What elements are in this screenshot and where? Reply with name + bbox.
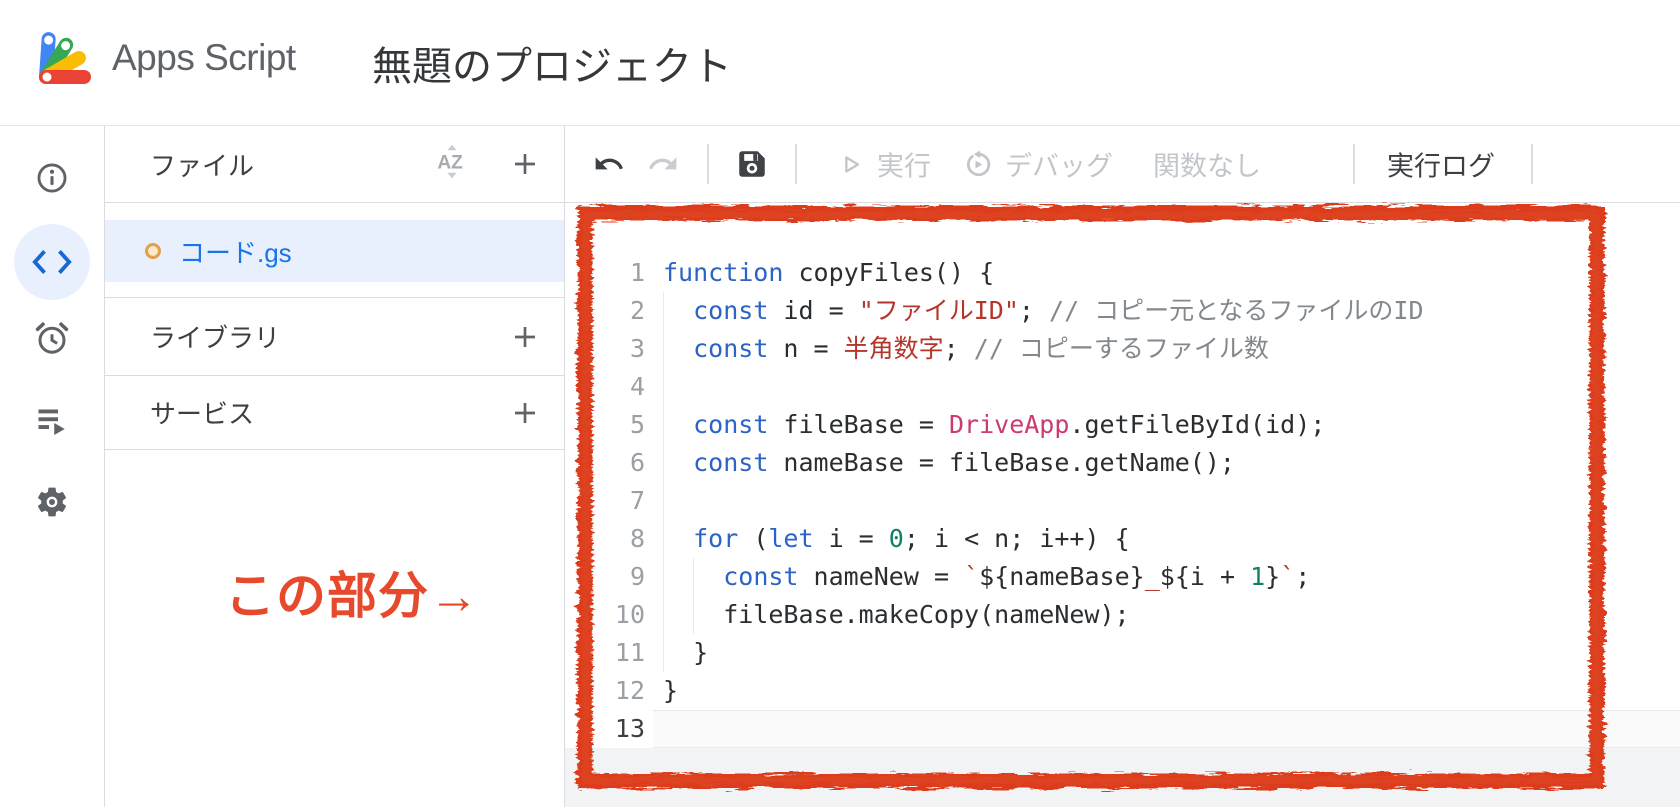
function-selector-label: 関数なし	[1153, 145, 1261, 184]
line-number: 11	[565, 634, 645, 672]
sidebar-item-settings[interactable]	[14, 464, 90, 540]
code-line[interactable]: function copyFiles() {	[663, 254, 1424, 292]
run-label: 実行	[877, 145, 931, 184]
code-line[interactable]: }	[663, 634, 1424, 672]
project-title[interactable]: 無題のプロジェクト	[372, 34, 732, 92]
code-line[interactable]	[663, 710, 1424, 748]
debug-label: デバッグ	[1005, 145, 1113, 184]
toolbar-divider	[795, 144, 797, 184]
plus-icon	[509, 397, 541, 429]
libraries-section: ライブラリ	[105, 297, 564, 375]
code-editor[interactable]: 12345678910111213 function copyFiles() {…	[565, 203, 1680, 807]
sidebar-item-executions[interactable]	[14, 382, 90, 458]
editor-toolbar: 実行 デバッグ 関数なし 実行ログ	[565, 126, 1680, 203]
files-header-row: ファイル AZ	[105, 126, 564, 203]
gutter: 12345678910111213	[565, 254, 645, 748]
undo-icon	[593, 148, 625, 180]
run-play-icon	[837, 150, 865, 178]
code-line[interactable]: const nameNew = `${nameBase}_${i + 1}`;	[663, 558, 1424, 596]
plus-icon	[509, 321, 541, 353]
add-service-button[interactable]	[509, 397, 541, 429]
services-label: サービス	[150, 394, 254, 431]
line-number: 1	[565, 254, 645, 292]
line-number: 13	[565, 710, 645, 748]
header: Apps Script 無題のプロジェクト	[0, 0, 1680, 126]
execution-log-button[interactable]: 実行ログ	[1387, 145, 1495, 184]
code-line[interactable]: fileBase.makeCopy(nameNew);	[663, 596, 1424, 634]
debug-icon	[963, 149, 993, 179]
add-file-button[interactable]	[509, 148, 541, 180]
run-button[interactable]: 実行	[837, 145, 931, 184]
plus-icon	[509, 148, 541, 180]
clock-icon	[34, 320, 70, 356]
execution-log-label: 実行ログ	[1387, 145, 1495, 184]
redo-button[interactable]	[647, 148, 679, 180]
code-line[interactable]	[663, 482, 1424, 520]
code-line[interactable]: for (let i = 0; i < n; i++) {	[663, 520, 1424, 558]
editor-region: 実行 デバッグ 関数なし 実行ログ	[565, 126, 1680, 807]
sort-az-icon: AZ	[435, 144, 469, 180]
undo-button[interactable]	[593, 148, 625, 180]
code-line[interactable]: const n = 半角数字; // コピーするファイル数	[663, 330, 1424, 368]
gear-icon	[34, 484, 70, 520]
app-name: Apps Script	[112, 37, 296, 79]
files-header-label: ファイル	[150, 146, 254, 183]
sidebar-item-triggers[interactable]	[14, 300, 90, 376]
apps-script-logo-icon	[34, 26, 98, 90]
file-panel: ファイル AZ コード.gs ライブラリ	[105, 126, 565, 807]
editor-bottom-strip	[565, 748, 1680, 807]
sort-az-button[interactable]: AZ	[435, 144, 469, 185]
toolbar-divider	[1531, 144, 1533, 184]
code-line[interactable]	[663, 368, 1424, 406]
line-number: 9	[565, 558, 645, 596]
add-library-button[interactable]	[509, 321, 541, 353]
line-number: 7	[565, 482, 645, 520]
function-selector[interactable]: 関数なし	[1153, 145, 1261, 184]
line-number: 6	[565, 444, 645, 482]
line-number: 12	[565, 672, 645, 710]
code-line[interactable]: const id = "ファイルID"; // コピー元となるファイルのID	[663, 292, 1424, 330]
code-icon	[30, 247, 74, 277]
save-button[interactable]	[735, 147, 769, 181]
left-rail	[0, 126, 105, 807]
unsaved-changes-dot	[145, 243, 161, 259]
line-number: 10	[565, 596, 645, 634]
file-item-code-gs[interactable]: コード.gs	[105, 220, 564, 282]
code-line[interactable]: }	[663, 672, 1424, 710]
debug-button[interactable]: デバッグ	[963, 145, 1113, 184]
code-lines[interactable]: function copyFiles() { const id = "ファイルI…	[663, 254, 1424, 748]
save-icon	[735, 147, 769, 181]
code-line[interactable]: const fileBase = DriveApp.getFileById(id…	[663, 406, 1424, 444]
info-icon	[35, 161, 69, 195]
redo-icon	[647, 148, 679, 180]
services-section: サービス	[105, 375, 564, 450]
apps-script-window: Apps Script 無題のプロジェクト	[0, 0, 1680, 807]
sidebar-item-editor[interactable]	[14, 224, 90, 300]
line-number: 5	[565, 406, 645, 444]
executions-icon	[34, 402, 70, 438]
libraries-label: ライブラリ	[150, 318, 280, 355]
code-line[interactable]: const nameBase = fileBase.getName();	[663, 444, 1424, 482]
line-number: 2	[565, 292, 645, 330]
annotation-text: この部分→	[225, 556, 480, 628]
toolbar-divider	[707, 144, 709, 184]
svg-text:AZ: AZ	[437, 152, 463, 173]
line-number: 8	[565, 520, 645, 558]
line-number: 3	[565, 330, 645, 368]
toolbar-divider	[1353, 144, 1355, 184]
line-number: 4	[565, 368, 645, 406]
sidebar-item-overview[interactable]	[14, 140, 90, 216]
file-name: コード.gs	[179, 233, 292, 270]
